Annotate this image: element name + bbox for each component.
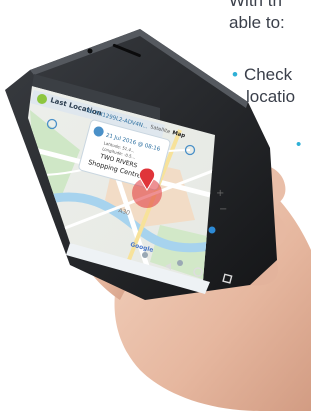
phone-photo: Last Location for FH1299L2-ADV4N... Sate…: [5, 29, 311, 411]
intro-line-1: With th: [229, 0, 282, 10]
bullet-2-dot: •: [296, 136, 302, 153]
zoom-in-icon[interactable]: +: [216, 188, 224, 199]
photo-scene: Last Location for FH1299L2-ADV4N... Sate…: [0, 0, 311, 411]
bullet-1-line-2: locatio: [246, 87, 296, 106]
zoom-out-icon[interactable]: −: [219, 204, 227, 215]
bullet-1-line-1: • Check: [232, 65, 292, 85]
bullet-dot: •: [232, 65, 238, 84]
alert-tab-icon: [177, 260, 183, 266]
person-tab-icon: [208, 226, 216, 234]
app-logo-icon: [37, 94, 47, 104]
intro-line-2: able to:: [229, 13, 285, 32]
front-camera: [87, 48, 93, 54]
bullet-1-text: Check: [243, 65, 293, 84]
list-tab-icon: [142, 252, 148, 258]
